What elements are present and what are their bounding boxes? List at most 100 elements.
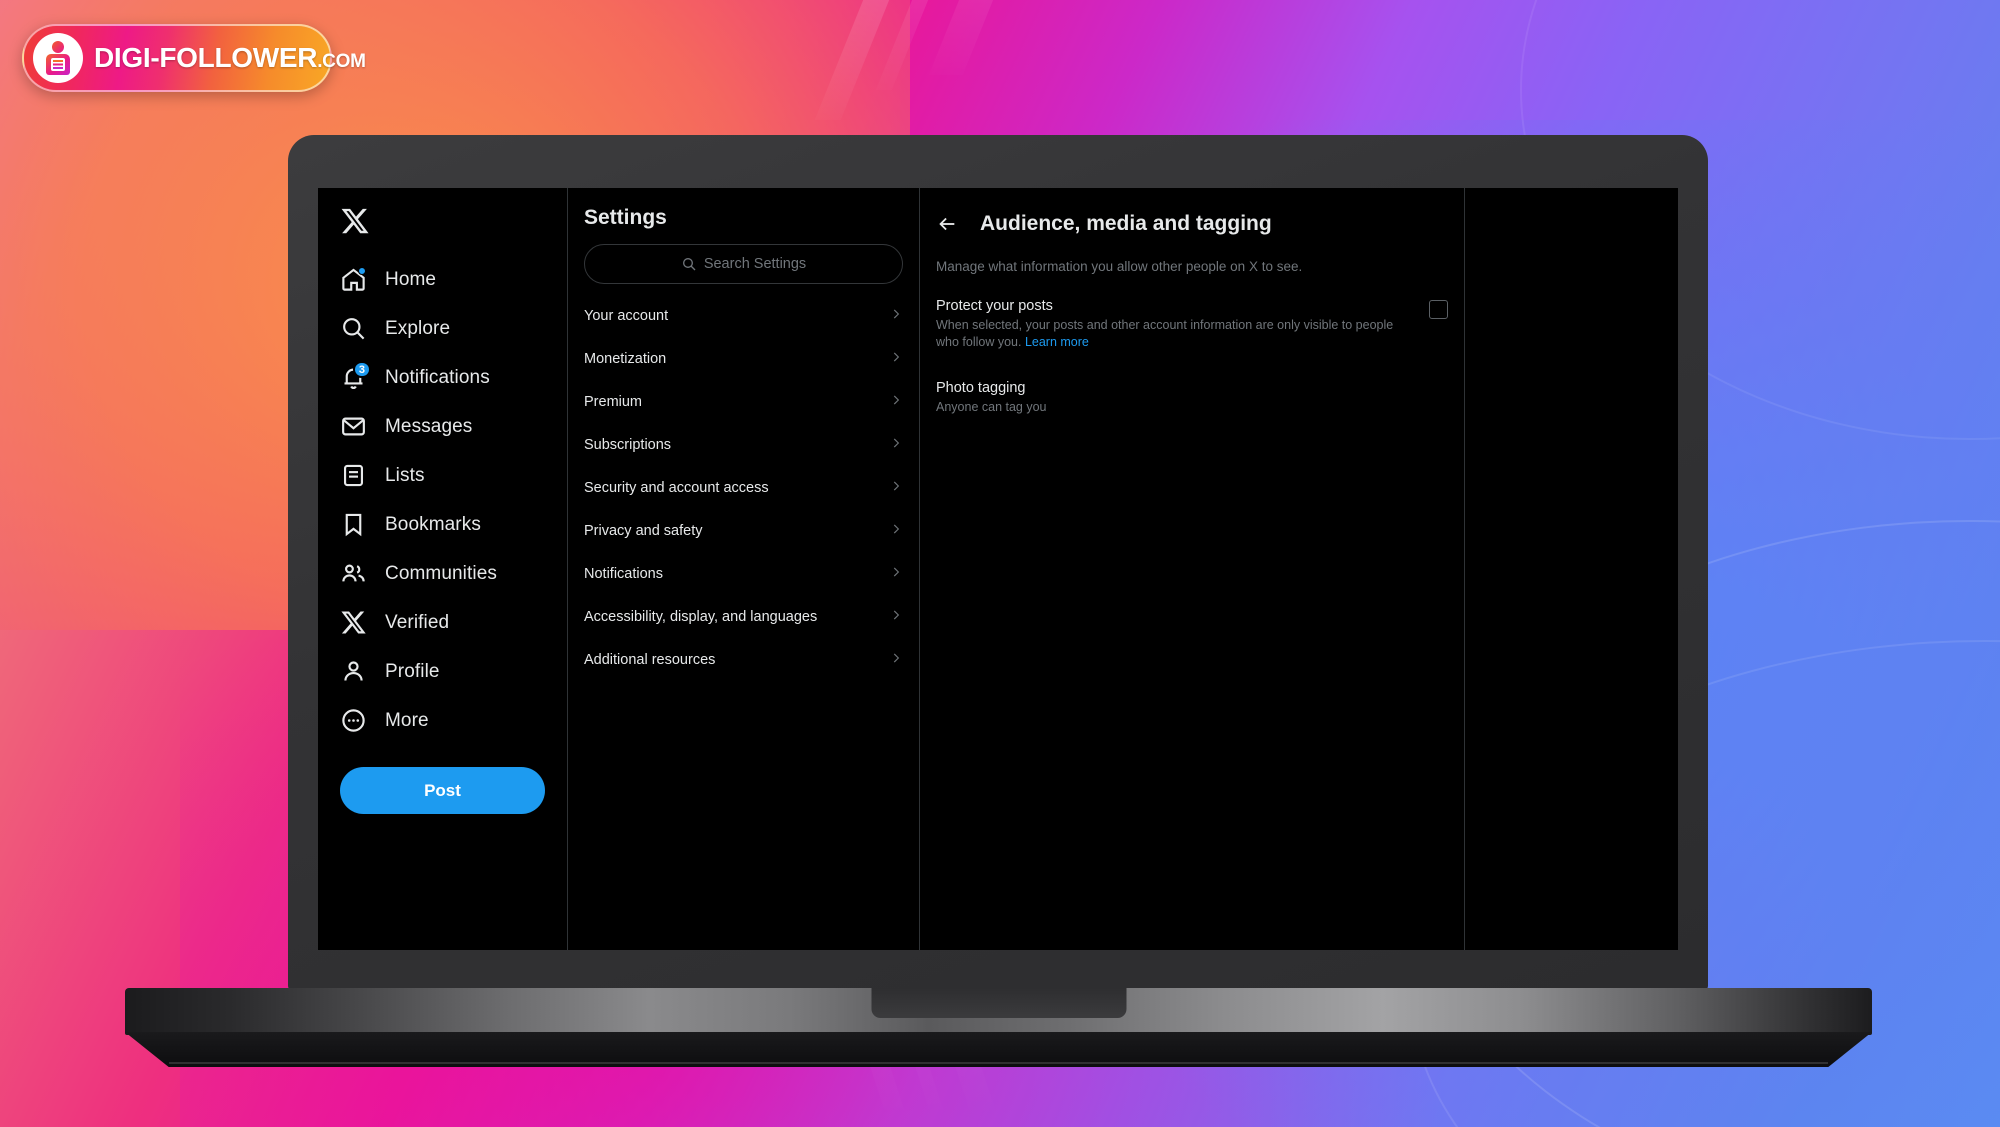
settings-item-accessibility-display-and-languages[interactable]: Accessibility, display, and languages [568, 595, 919, 638]
detail-title: Audience, media and tagging [980, 212, 1272, 235]
x-logo-icon[interactable] [318, 206, 567, 255]
sidebar-item-label: Lists [385, 464, 425, 486]
protect-your-posts-checkbox[interactable] [1429, 300, 1448, 320]
list-icon [340, 462, 367, 489]
chevron-right-icon [889, 651, 903, 668]
settings-item-label: Notifications [584, 565, 663, 582]
envelope-icon [340, 413, 367, 440]
preference-title: Photo tagging [936, 380, 1026, 397]
settings-item-premium[interactable]: Premium [568, 380, 919, 423]
sidebar-item-label: Bookmarks [385, 513, 481, 535]
back-arrow-icon[interactable] [936, 213, 958, 235]
settings-heading: Settings [584, 206, 667, 229]
notification-count-badge: 3 [352, 361, 371, 378]
sidebar-item-bookmarks[interactable]: Bookmarks [318, 500, 567, 549]
preference-description: When selected, your posts and other acco… [936, 317, 1413, 350]
laptop-screen: Home Explore 3 Notifications Messages Lists Bo… [318, 188, 1678, 950]
sidebar-item-more[interactable]: More [318, 696, 567, 745]
right-rail [1465, 188, 1678, 950]
bell-icon: 3 [340, 361, 371, 391]
sidebar-nav: Home Explore 3 Notifications Messages Lists Bo… [318, 188, 568, 950]
bookmark-icon [340, 511, 367, 538]
person-icon [340, 658, 367, 685]
preference-description-text: When selected, your posts and other acco… [936, 318, 1394, 349]
settings-item-label: Premium [584, 393, 643, 410]
sidebar-item-label: Messages [385, 415, 473, 437]
sidebar-nav-list: Home Explore 3 Notifications Messages Lists Bo… [318, 255, 567, 745]
laptop-base [125, 988, 1872, 1035]
sidebar-item-explore[interactable]: Explore [318, 304, 567, 353]
laptop-base-notch [871, 988, 1126, 1018]
settings-item-label: Subscriptions [584, 436, 672, 453]
sidebar-item-messages[interactable]: Messages [318, 402, 567, 451]
settings-item-additional-resources[interactable]: Additional resources [568, 638, 919, 681]
settings-search-wrapper: Search Settings [568, 244, 919, 294]
chevron-right-icon [889, 393, 903, 410]
sidebar-item-profile[interactable]: Profile [318, 647, 567, 696]
brand-logo-badge: DIGI-FOLLOWER.COM [22, 24, 366, 92]
more-circle-icon [340, 707, 367, 734]
settings-item-label: Your account [584, 307, 669, 324]
sidebar-item-communities[interactable]: Communities [318, 549, 567, 598]
settings-item-label: Privacy and safety [584, 522, 703, 539]
settings-item-label: Monetization [584, 350, 667, 367]
brand-wordmark: DIGI-FOLLOWER.COM [94, 42, 366, 74]
search-settings-input[interactable]: Search Settings [584, 244, 903, 284]
preference-row: Photo tagging Anyone can tag you [920, 350, 1464, 416]
learn-more-link[interactable]: Learn more [1025, 335, 1089, 349]
settings-item-security-and-account-access[interactable]: Security and account access [568, 466, 919, 509]
sidebar-item-label: More [385, 709, 429, 731]
sidebar-item-home[interactable]: Home [318, 255, 567, 304]
chevron-right-icon [889, 479, 903, 496]
preference-text: Protect your posts When selected, your po… [936, 298, 1413, 350]
sidebar-item-notifications[interactable]: 3 Notifications [318, 353, 567, 402]
sidebar-item-label: Verified [385, 611, 450, 633]
person-badge-icon [33, 33, 83, 83]
home-icon [340, 266, 367, 293]
sidebar-item-label: Profile [385, 660, 440, 682]
settings-item-notifications[interactable]: Notifications [568, 552, 919, 595]
preference-row: Protect your posts When selected, your po… [920, 276, 1464, 350]
settings-list: Your account Monetization Premium Subscript… [568, 294, 919, 681]
notification-dot-badge [358, 267, 366, 275]
background-light-streak [814, 0, 902, 120]
preference-description-text: Anyone can tag you [936, 400, 1047, 415]
background-light-streak [875, 0, 941, 90]
search-icon [681, 256, 697, 272]
brand-name: DIGI-FOLLOWER [94, 42, 318, 73]
sidebar-item-verified[interactable]: Verified [318, 598, 567, 647]
detail-subtitle: Manage what information you allow other … [936, 259, 1303, 274]
search-icon [340, 315, 367, 342]
chevron-right-icon [889, 350, 903, 367]
people-icon [340, 560, 367, 587]
chevron-right-icon [889, 436, 903, 453]
sidebar-item-label: Home [385, 268, 437, 290]
preference-description: Anyone can tag you [936, 399, 1448, 416]
post-button[interactable]: Post [340, 767, 545, 814]
settings-item-label: Additional resources [584, 651, 716, 668]
detail-header: Audience, media and tagging [920, 206, 1464, 242]
search-settings-placeholder: Search Settings [703, 256, 807, 272]
x-logo-icon [340, 609, 367, 636]
preference-title: Protect your posts [936, 298, 1053, 315]
settings-item-monetization[interactable]: Monetization [568, 337, 919, 380]
detail-column: Audience, media and tagging Manage what … [920, 188, 1465, 950]
sidebar-item-label: Notifications [385, 366, 490, 388]
preferences-list: Protect your posts When selected, your po… [920, 276, 1464, 416]
laptop-mockup: Home Explore 3 Notifications Messages Lists Bo… [0, 0, 2000, 1127]
settings-column: Settings Search Settings Your account Mon… [568, 188, 920, 950]
x-app: Home Explore 3 Notifications Messages Lists Bo… [318, 188, 1678, 950]
sidebar-item-lists[interactable]: Lists [318, 451, 567, 500]
sidebar-item-label: Communities [385, 562, 497, 584]
chevron-right-icon [889, 608, 903, 625]
sidebar-item-label: Explore [385, 317, 451, 339]
chevron-right-icon [889, 307, 903, 324]
settings-item-label: Accessibility, display, and languages [584, 608, 818, 625]
chevron-right-icon [889, 565, 903, 582]
settings-item-subscriptions[interactable]: Subscriptions [568, 423, 919, 466]
settings-item-label: Security and account access [584, 479, 769, 496]
scene: DIGI-FOLLOWER.COM Home Explore 3 Notificati… [0, 0, 2000, 1127]
settings-item-privacy-and-safety[interactable]: Privacy and safety [568, 509, 919, 552]
background-light-streak [928, 0, 1006, 75]
settings-item-your-account[interactable]: Your account [568, 294, 919, 337]
